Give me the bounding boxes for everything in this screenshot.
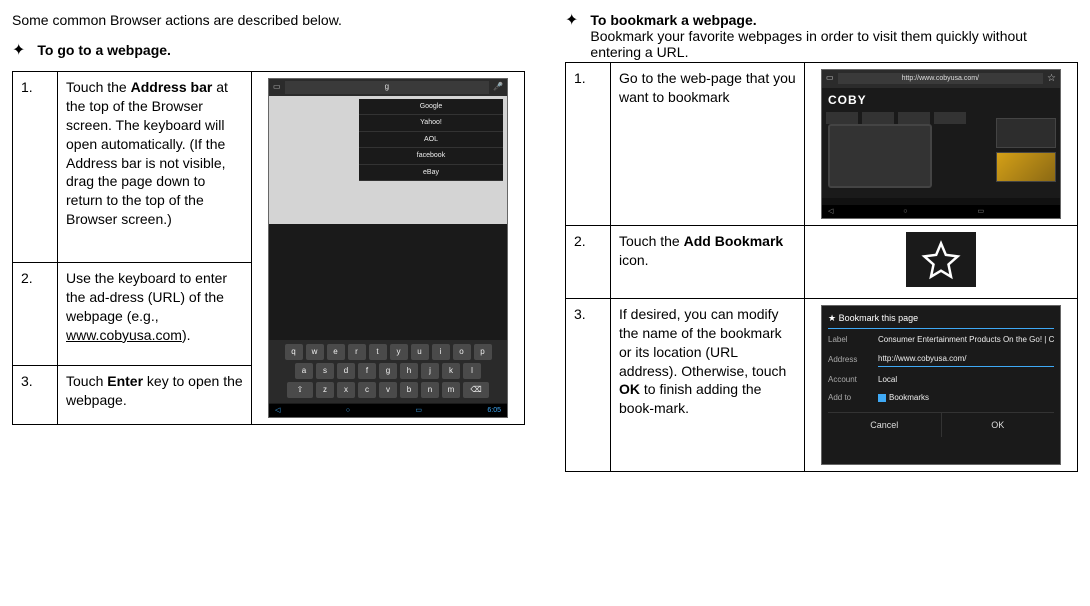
side-thumbs xyxy=(996,118,1056,186)
heading-bookmark: ✦ To bookmark a webpage. Bookmark your f… xyxy=(565,12,1078,60)
tab-icon: ▭ xyxy=(273,82,281,93)
screenshot-cell: ▭ http://www.cobyusa.com/ ☆ COBY xyxy=(805,63,1078,226)
mock-url: http://www.cobyusa.com/ xyxy=(838,73,1043,84)
account-val: Local xyxy=(878,375,1054,386)
mic-icon: 🎤 xyxy=(493,82,503,93)
thumb xyxy=(996,118,1056,148)
heading-go-to-webpage: ✦ To go to a webpage. xyxy=(12,42,525,59)
step-text: Touch the Add Bookmark icon. xyxy=(611,226,805,299)
back-icon: ◁ xyxy=(275,406,280,415)
recent-icon: ▭ xyxy=(415,406,422,415)
cross-icon: ✦ xyxy=(12,42,25,59)
suggestions-dropdown: Google Yahoo! AOL facebook eBay xyxy=(359,99,503,181)
mock-top-bar: ▭ http://www.cobyusa.com/ ☆ xyxy=(822,70,1060,88)
intro-text: Some common Browser actions are describe… xyxy=(12,12,525,28)
recent-icon: ▭ xyxy=(977,207,984,216)
mock-top-bar: ▭ g 🎤 xyxy=(269,79,507,96)
left-column: Some common Browser actions are describe… xyxy=(12,12,525,472)
step-number: 3. xyxy=(13,365,58,424)
heading-desc: Bookmark your favorite webpages in order… xyxy=(590,28,1027,60)
screenshot-cell: ▭ g 🎤 Webpage not Suggestions Google Yah… xyxy=(252,72,525,425)
step-number: 1. xyxy=(566,63,611,226)
step-number: 2. xyxy=(13,262,58,365)
right-column: ✦ To bookmark a webpage. Bookmark your f… xyxy=(565,12,1078,472)
home-icon: ○ xyxy=(903,207,907,216)
addto-val: Bookmarks xyxy=(878,393,1054,404)
bookmark-dialog-mock: ★ Bookmark this page Label Consumer Ente… xyxy=(821,305,1061,465)
star-outline-icon xyxy=(921,240,961,280)
address-val: http://www.cobyusa.com/ xyxy=(878,354,1054,367)
table-row: 1. Go to the web-page that you want to b… xyxy=(566,63,1078,226)
clock-text: 6:05 xyxy=(487,406,501,415)
step-text: If desired, you can modify the name of t… xyxy=(611,298,805,471)
steps-table-right: 1. Go to the web-page that you want to b… xyxy=(565,62,1078,472)
heading-text: To bookmark a webpage. xyxy=(590,12,756,28)
back-icon: ◁ xyxy=(828,207,833,216)
dialog-buttons: Cancel OK xyxy=(828,412,1054,437)
label-val: Consumer Entertainment Products On the G… xyxy=(878,335,1054,346)
step-text: Use the keyboard to enter the ad-dress (… xyxy=(58,262,252,365)
thumb-car xyxy=(996,152,1056,182)
cancel-button: Cancel xyxy=(828,413,942,437)
coby-logo: COBY xyxy=(828,92,867,108)
step-number: 3. xyxy=(566,298,611,471)
heading-text: To go to a webpage. xyxy=(37,42,171,58)
icon-cell xyxy=(805,226,1078,299)
tab-icon: ▭ xyxy=(826,73,834,84)
account-lbl: Account xyxy=(828,375,870,386)
add-bookmark-icon xyxy=(906,232,976,287)
cross-icon: ✦ xyxy=(565,12,578,29)
step-number: 1. xyxy=(13,72,58,263)
keyboard-mock: q w e r t y u i o p xyxy=(269,340,507,403)
step-number: 2. xyxy=(566,226,611,299)
ok-button: OK xyxy=(942,413,1055,437)
addto-lbl: Add to xyxy=(828,393,870,404)
step-text: Touch the Address bar at the top of the … xyxy=(58,72,252,263)
dialog-title: ★ Bookmark this page xyxy=(828,312,1054,329)
coby-site-mock: ▭ http://www.cobyusa.com/ ☆ COBY xyxy=(821,69,1061,219)
table-row: 3. If desired, you can modify the name o… xyxy=(566,298,1078,471)
bookmark-icon xyxy=(878,394,886,402)
steps-table-left: 1. Touch the Address bar at the top of t… xyxy=(12,71,525,425)
step-text: Go to the web-page that you want to book… xyxy=(611,63,805,226)
mock-nav-bar: ◁ ○ ▭ 6:05 xyxy=(269,404,507,417)
browser-mock: ▭ g 🎤 Webpage not Suggestions Google Yah… xyxy=(268,78,508,418)
tablet-image xyxy=(828,124,932,188)
address-lbl: Address xyxy=(828,355,870,366)
star-icon: ★ xyxy=(828,313,836,323)
mock-body: COBY xyxy=(822,88,1060,198)
table-row: 1. Touch the Address bar at the top of t… xyxy=(13,72,525,263)
dialog-cell: ★ Bookmark this page Label Consumer Ente… xyxy=(805,298,1078,471)
mock-nav-bar: ◁ ○ ▭ xyxy=(822,205,1060,218)
step-text: Touch Enter key to open the webpage. xyxy=(58,365,252,424)
table-row: 2. Touch the Add Bookmark icon. xyxy=(566,226,1078,299)
label-lbl: Label xyxy=(828,335,870,346)
star-icon: ☆ xyxy=(1047,72,1056,86)
site-nav xyxy=(826,112,966,124)
home-icon: ○ xyxy=(346,406,350,415)
mock-url-bar: g xyxy=(285,81,489,94)
